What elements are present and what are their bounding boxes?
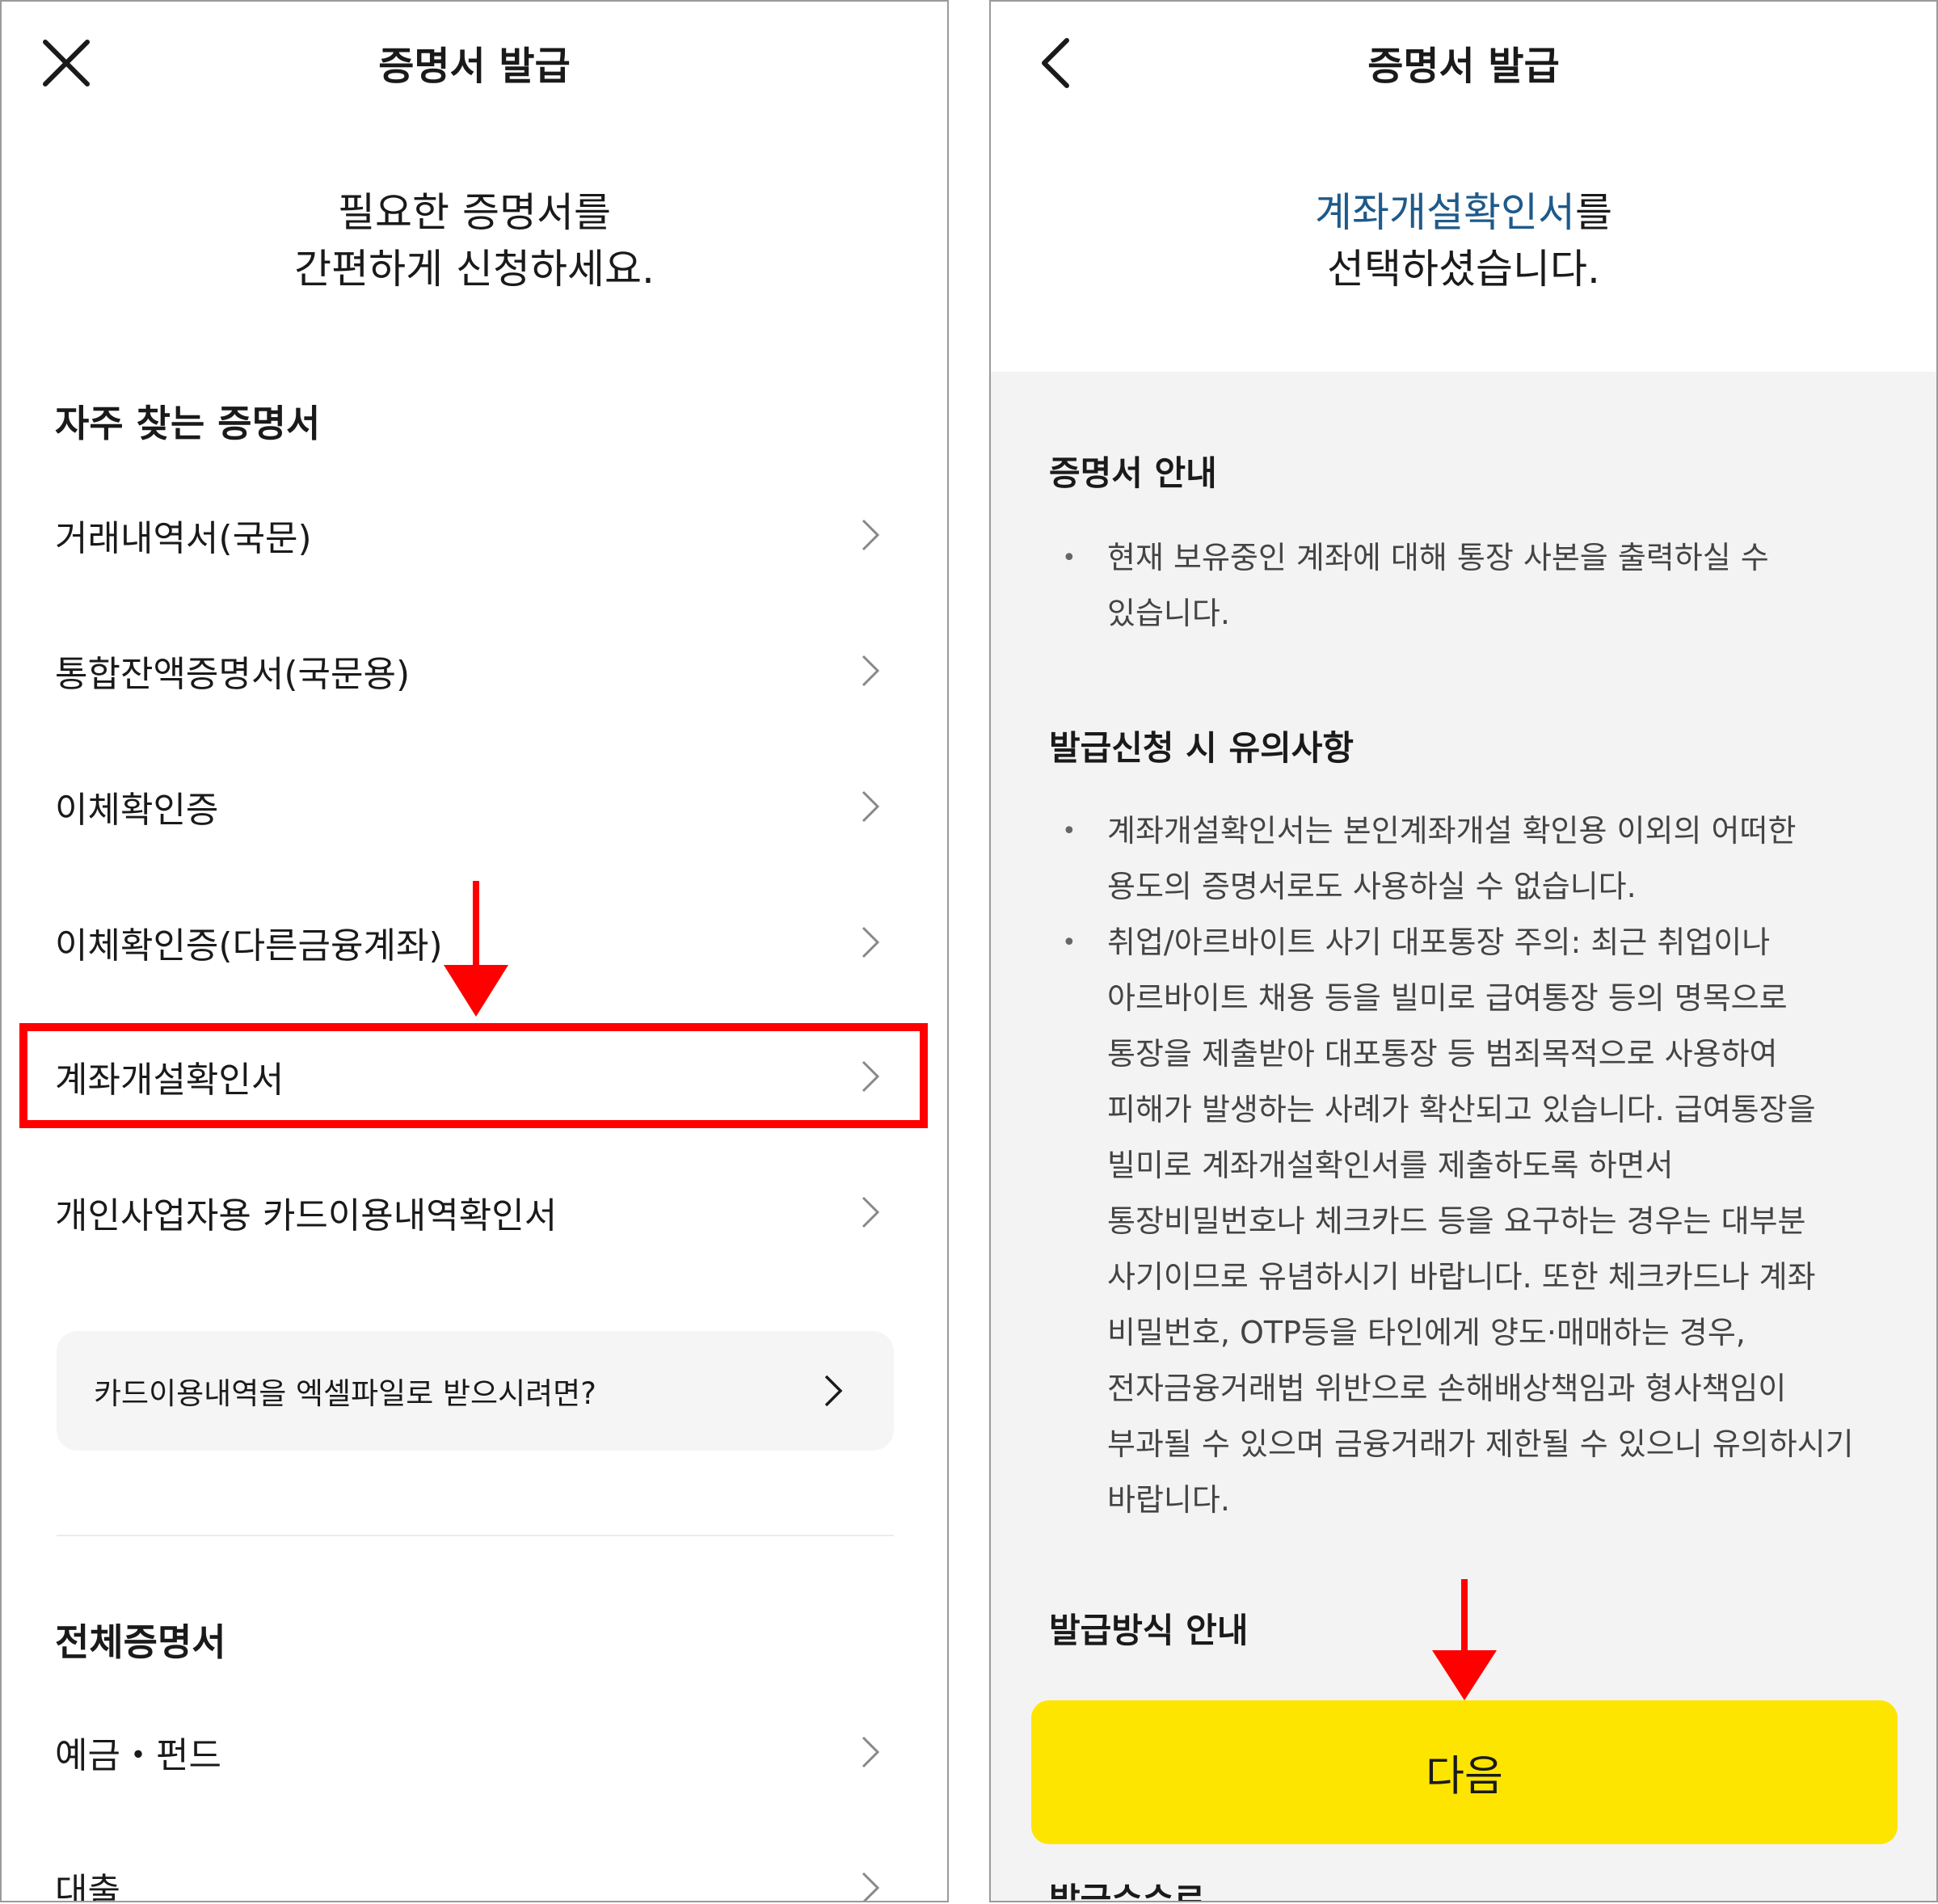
red-arrow-down-icon — [1432, 1579, 1497, 1700]
chevron-right-icon — [862, 1736, 880, 1768]
chevron-right-icon — [862, 790, 880, 823]
excel-card-label: 카드이용내역을 엑셀파일로 받으시려면? — [94, 1376, 596, 1411]
chevron-right-icon — [862, 926, 880, 958]
bullet-line: 있습니다. — [1107, 596, 1230, 631]
list-item-balance-certificate[interactable]: 통합잔액증명서(국문용) — [55, 630, 894, 711]
bullet-line: 비밀번호, OTP등을 타인에게 양도·매매하는 경우, — [1107, 1315, 1746, 1350]
hero-text: 계좌개설확인서를 선택하셨습니다. — [991, 184, 1936, 297]
bullet-line: 피해가 발생하는 사례가 확산되고 있습니다. 급여통장을 — [1107, 1092, 1816, 1127]
chevron-right-icon — [862, 1196, 880, 1228]
list-item: 취업/아르바이트 사기 대포통장 주의: 최근 취업이나 아르바이트 채용 등을… — [1062, 915, 1904, 1528]
bullet-line: 부과될 수 있으며 금융거래가 제한될 수 있으니 유의하시기 — [1107, 1426, 1854, 1462]
hero-suffix: 를 — [1575, 189, 1612, 236]
hero-line-1: 필요한 증명서를 — [338, 189, 611, 236]
chevron-right-icon — [862, 655, 880, 687]
page-title: 증명서 발급 — [1367, 44, 1560, 89]
list-item: 계좌개설확인서는 본인계좌개설 확인용 이외의 어떠한 용도의 증명서로도 사용… — [1062, 803, 1904, 915]
page-title: 증명서 발급 — [378, 44, 571, 89]
next-button[interactable]: 다음 — [1031, 1700, 1898, 1844]
hero-text: 필요한 증명서를 간편하게 신청하세요. — [2, 184, 947, 297]
left-screen: 증명서 발급 필요한 증명서를 간편하게 신청하세요. 자주 찾는 증명서 거래… — [0, 0, 949, 1902]
list-item-label: 거래내역서(국문) — [55, 518, 312, 559]
chevron-right-icon — [862, 519, 880, 551]
bullet-line: 빌미로 계좌개설확인서를 제출하도록 하면서 — [1107, 1148, 1674, 1183]
selected-certificate-name: 계좌개설확인서 — [1315, 189, 1575, 236]
section-divider — [57, 1535, 894, 1536]
hero-line-1: 계좌개설확인서를 — [991, 184, 1936, 241]
caution-bullet-list: 계좌개설확인서는 본인계좌개설 확인용 이외의 어떠한 용도의 증명서로도 사용… — [1062, 803, 1904, 1528]
all-certificates-title: 전체증명서 — [55, 1620, 226, 1664]
fee-section-title: 발급수수료 — [1049, 1881, 1206, 1902]
hero-line-2: 간편하게 신청하세요. — [294, 246, 655, 293]
chevron-right-icon — [824, 1375, 843, 1407]
highlight-box — [19, 1023, 928, 1128]
list-item-label: 이체확인증 — [55, 790, 219, 831]
list-item-label: 통합잔액증명서(국문용) — [55, 654, 411, 695]
bullet-line: 통장비밀번호나 체크카드 등을 요구하는 경우는 대부분 — [1107, 1203, 1806, 1239]
bullet-line: 취업/아르바이트 사기 대포통장 주의: 최근 취업이나 — [1107, 925, 1771, 960]
bullet-line: 사기이므로 유념하시기 바랍니다. 또한 체크카드나 계좌 — [1107, 1259, 1816, 1295]
chevron-right-icon — [862, 1872, 880, 1901]
list-item-label: 대출 — [55, 1871, 120, 1902]
list-item-transfer-confirmation[interactable]: 이체확인증 — [55, 766, 894, 847]
list-item-transaction-history[interactable]: 거래내역서(국문) — [55, 495, 894, 575]
bullet-line: 바랍니다. — [1107, 1482, 1230, 1518]
red-arrow-down-icon — [444, 881, 508, 1017]
guide-bullet-list: 현재 보유중인 계좌에 대해 통장 사본을 출력하실 수 있습니다. — [1062, 530, 1904, 642]
list-item-card-usage-confirmation[interactable]: 개인사업자용 카드이용내역확인서 — [55, 1172, 894, 1253]
list-item: 현재 보유중인 계좌에 대해 통장 사본을 출력하실 수 있습니다. — [1062, 530, 1904, 642]
bullet-line: 현재 보유중인 계좌에 대해 통장 사본을 출력하실 수 — [1107, 540, 1769, 575]
right-screen: 증명서 발급 계좌개설확인서를 선택하셨습니다. 증명서 안내 현재 보유중인 … — [989, 0, 1938, 1902]
caution-section-title: 발급신청 시 유의사항 — [1049, 728, 1354, 768]
bullet-line: 용도의 증명서로도 사용하실 수 없습니다. — [1107, 869, 1637, 904]
list-item-loan[interactable]: 대출 — [55, 1847, 894, 1902]
list-item-label: 예금・펀드 — [55, 1735, 221, 1776]
method-section-title: 발급방식 안내 — [1049, 1611, 1249, 1650]
hero-line-2: 선택하셨습니다. — [1327, 246, 1600, 293]
list-item-deposit-fund[interactable]: 예금・펀드 — [55, 1712, 894, 1792]
guide-section-title: 증명서 안내 — [1049, 453, 1217, 493]
list-item-label: 개인사업자용 카드이용내역확인서 — [55, 1195, 558, 1236]
bullet-line: 전자금융거래법 위반으로 손해배상책임과 형사책임이 — [1107, 1371, 1787, 1406]
next-button-label: 다음 — [1426, 1752, 1503, 1801]
bullet-line: 통장을 제출받아 대포통장 등 범죄목적으로 사용하여 — [1107, 1036, 1778, 1072]
excel-download-card[interactable]: 카드이용내역을 엑셀파일로 받으시려면? — [57, 1331, 894, 1451]
frequent-section-title: 자주 찾는 증명서 — [55, 402, 321, 445]
bullet-line: 아르바이트 채용 등을 빌미로 급여통장 등의 명목으로 — [1107, 980, 1788, 1016]
list-item-label: 이체확인증(다른금융계좌) — [55, 925, 443, 967]
bullet-line: 계좌개설확인서는 본인계좌개설 확인용 이외의 어떠한 — [1107, 813, 1797, 849]
